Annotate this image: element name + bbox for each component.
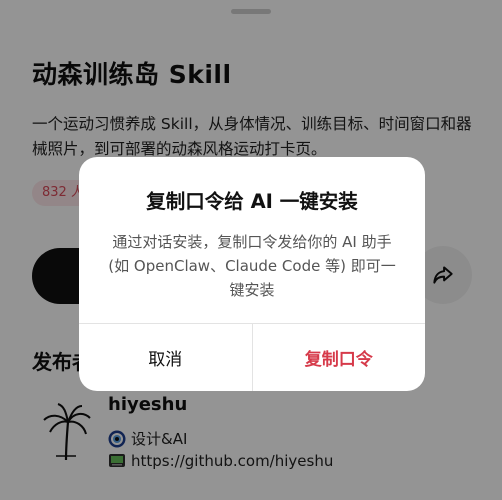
copy-command-button[interactable]: 复制口令	[253, 324, 426, 391]
copy-command-dialog: 复制口令给 AI 一键安装 通过对话安装，复制口令发给你的 AI 助手 (如 O…	[79, 157, 425, 391]
dialog-title: 复制口令给 AI 一键安装	[146, 190, 358, 213]
dialog-actions: 取消 复制口令	[79, 323, 425, 391]
cancel-button[interactable]: 取消	[79, 324, 253, 391]
dialog-message: 通过对话安装，复制口令发给你的 AI 助手 (如 OpenClaw、Claude…	[108, 233, 396, 299]
